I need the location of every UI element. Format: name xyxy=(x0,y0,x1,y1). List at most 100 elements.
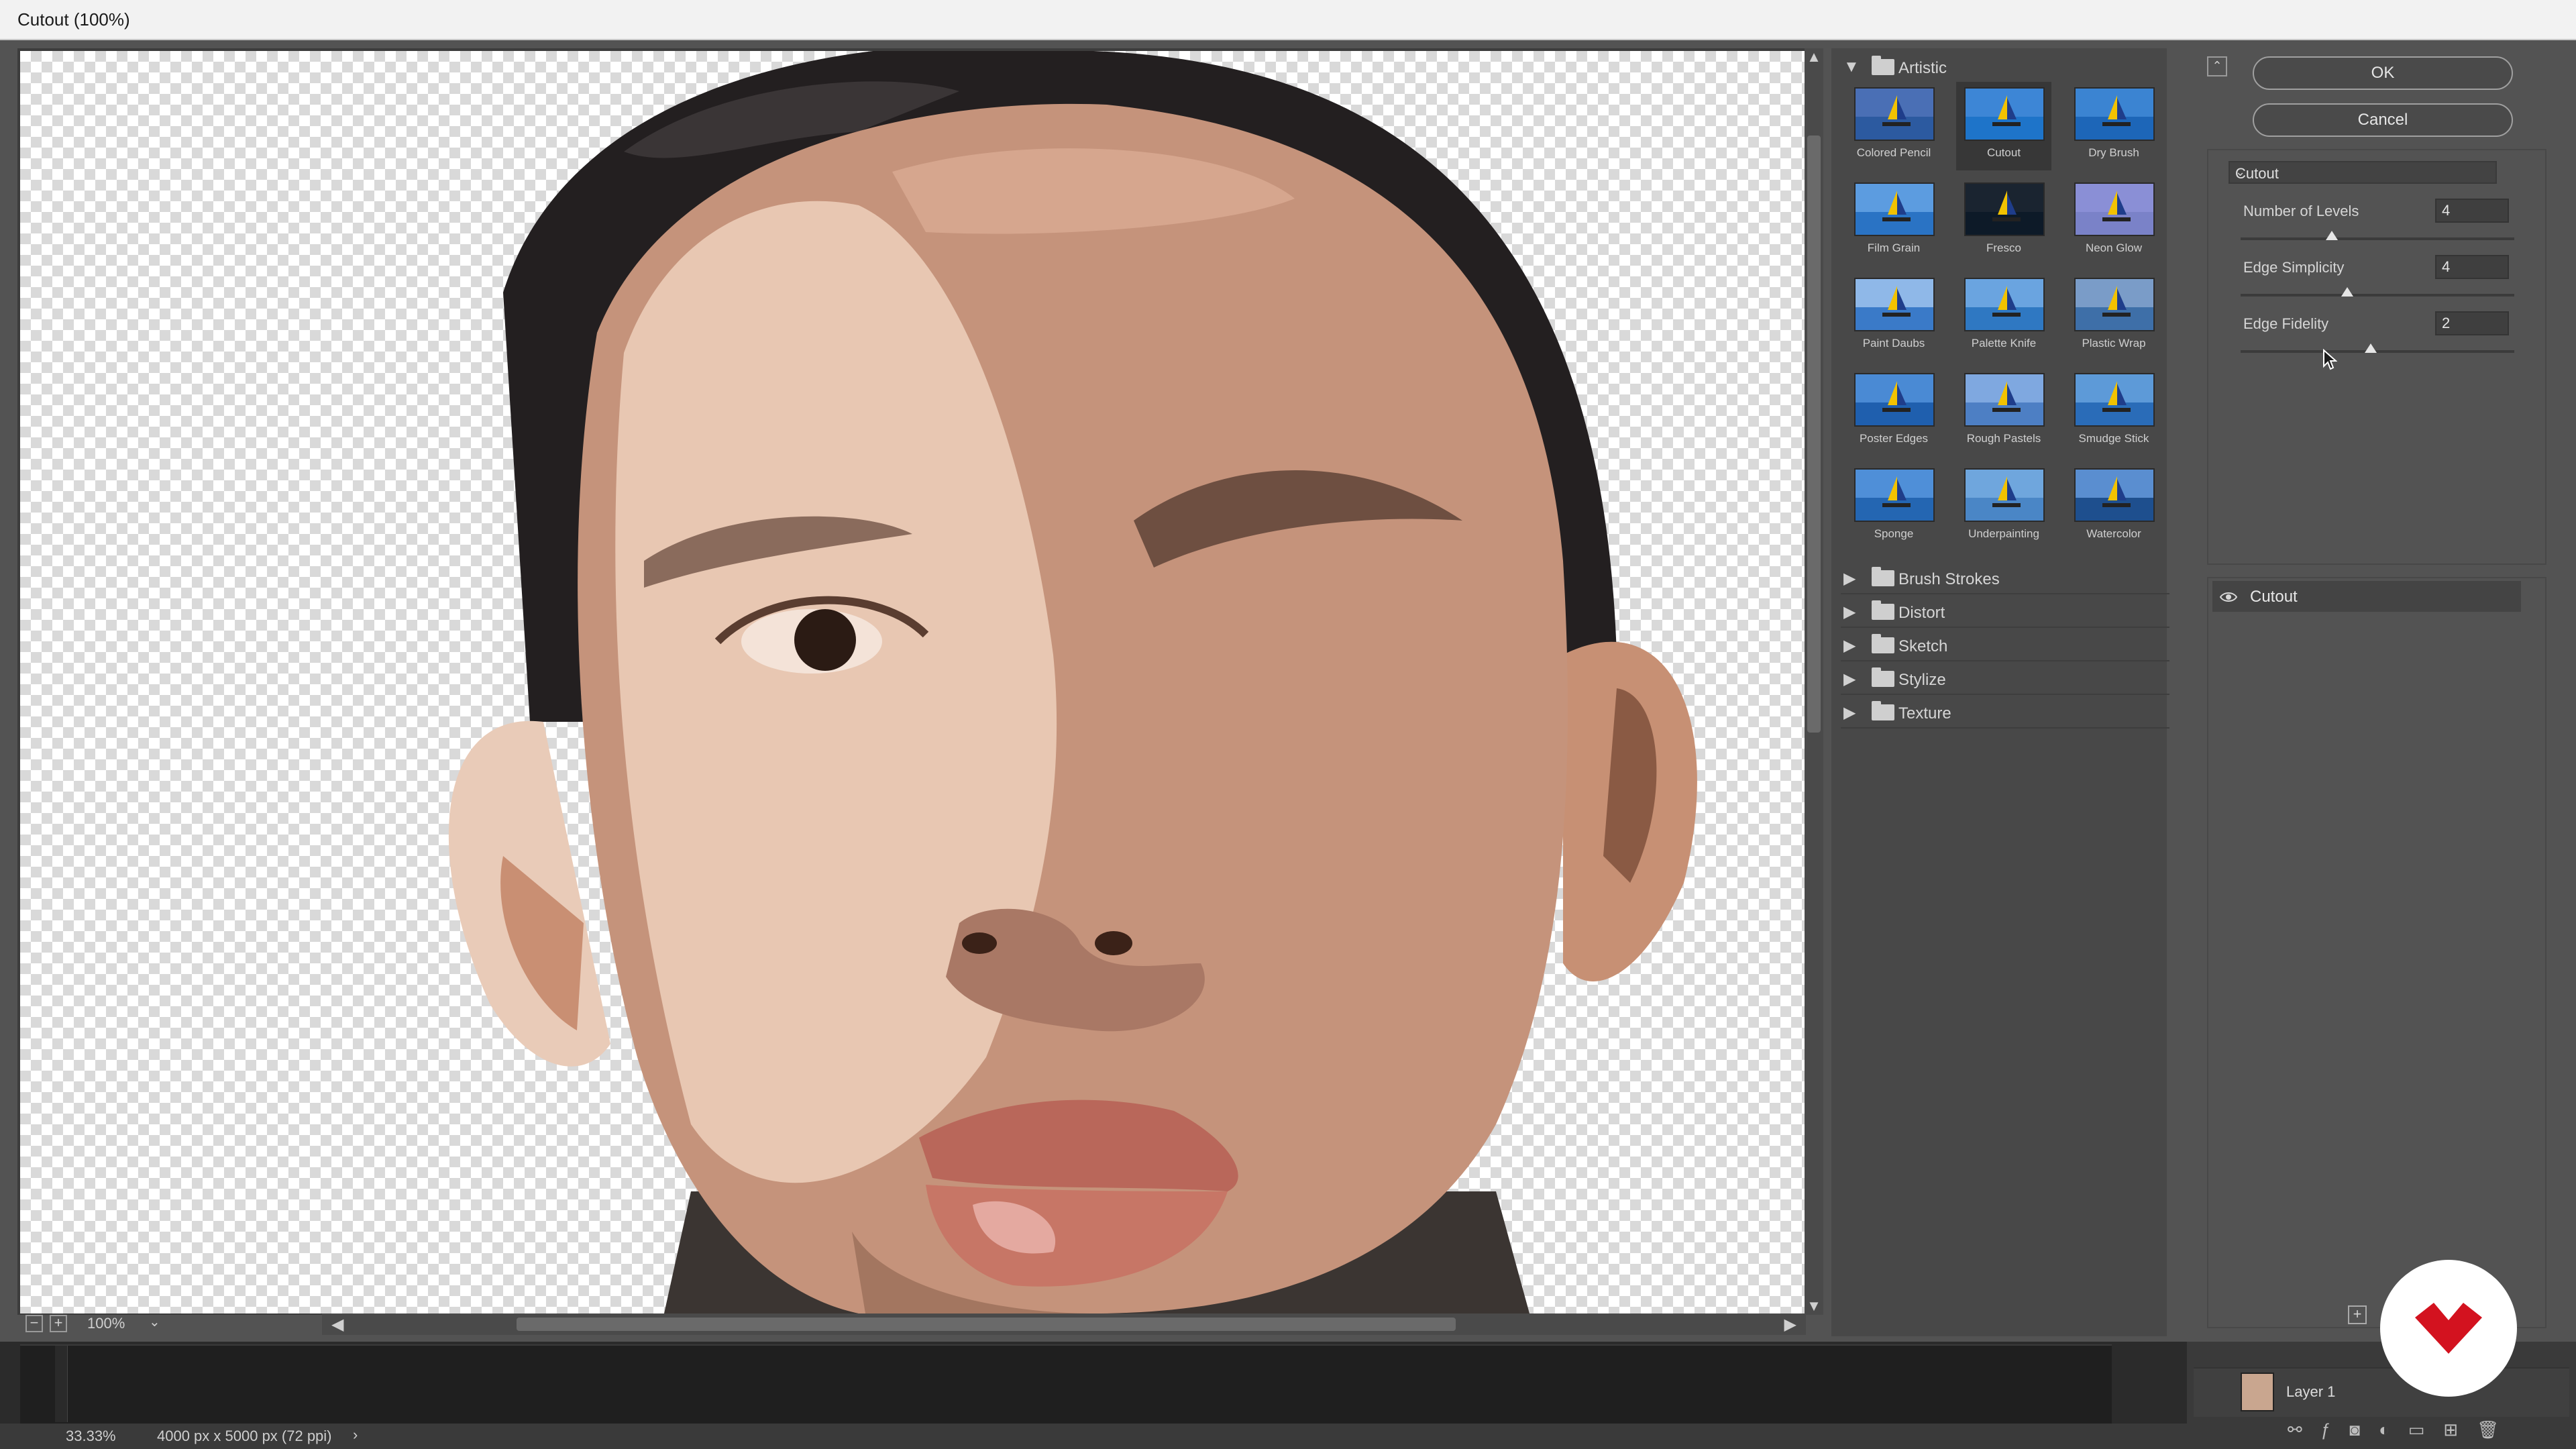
param-label: Number of Levels xyxy=(2243,203,2359,219)
filter-preview-image xyxy=(2074,278,2155,331)
preview-horizontal-scrollbar[interactable]: ◀ ▶ xyxy=(322,1313,1806,1335)
filter-name: Watercolor xyxy=(2086,527,2141,540)
folder-icon xyxy=(1872,701,1894,720)
filter-preview-image xyxy=(1964,182,2045,236)
filter-name: Palette Knife xyxy=(1971,337,2037,350)
folder-artistic[interactable]: ▼ Artistic xyxy=(1841,51,2169,82)
folder-icon xyxy=(1872,56,1894,75)
filter-thumb-dry-brush[interactable]: Dry Brush xyxy=(2066,82,2161,170)
layer-name[interactable]: Layer 1 xyxy=(2286,1383,2335,1401)
filter-thumb-neon-glow[interactable]: Neon Glow xyxy=(2066,177,2161,266)
param-slider-knob[interactable] xyxy=(2341,287,2354,297)
chevron-right-icon[interactable]: › xyxy=(353,1426,358,1444)
param-value-input[interactable]: 2 xyxy=(2435,311,2509,335)
new-effect-layer-button[interactable]: + xyxy=(2348,1305,2367,1324)
filter-select-dropdown[interactable]: Cutout ⌄ xyxy=(2229,161,2497,184)
triangle-right-icon[interactable]: ▶ xyxy=(1843,669,1856,689)
filter-thumb-sponge[interactable]: Sponge xyxy=(1846,463,1941,551)
scroll-up-arrow-icon[interactable]: ▲ xyxy=(1807,48,1821,66)
preview-canvas[interactable] xyxy=(20,51,1805,1313)
filter-thumb-cutout[interactable]: Cutout xyxy=(1956,82,2051,170)
window-title: Cutout (100%) xyxy=(17,9,130,30)
filter-preview-image xyxy=(1854,87,1935,141)
mouse-cursor-icon xyxy=(2323,349,2337,370)
minus-square-icon: − xyxy=(30,1314,39,1331)
param-slider-knob[interactable] xyxy=(2365,343,2377,353)
layer-action-icons: ⚯ƒ◙◐▭⊞🗑 xyxy=(2288,1419,2556,1446)
new-layer-icon[interactable]: ⊞ xyxy=(2443,1419,2477,1440)
plus-icon: + xyxy=(2353,1305,2362,1322)
folder-distort[interactable]: ▶ Distort xyxy=(1841,596,2169,628)
zoom-level[interactable]: 100% xyxy=(87,1315,154,1334)
filter-preview-image xyxy=(1964,87,2045,141)
ok-button[interactable]: OK xyxy=(2253,56,2513,90)
scroll-down-arrow-icon[interactable]: ▼ xyxy=(1807,1297,1821,1315)
folder-texture[interactable]: ▶ Texture xyxy=(1841,696,2169,729)
filter-thumb-smudge-stick[interactable]: Smudge Stick xyxy=(2066,368,2161,456)
collapse-gallery-button[interactable]: ⌃ xyxy=(2207,56,2227,76)
param-slider-track[interactable] xyxy=(2241,350,2514,353)
folder-sketch[interactable]: ▶ Sketch xyxy=(1841,629,2169,661)
filter-thumb-colored-pencil[interactable]: Colored Pencil xyxy=(1846,82,1941,170)
filter-preview-image xyxy=(2074,373,2155,427)
group-folder-icon[interactable]: ▭ xyxy=(2408,1419,2444,1440)
trash-icon[interactable]: 🗑 xyxy=(2477,1419,2518,1440)
filter-thumb-film-grain[interactable]: Film Grain xyxy=(1846,177,1941,266)
filter-thumb-palette-knife[interactable]: Palette Knife xyxy=(1956,272,2051,361)
filter-name: Cutout xyxy=(1986,146,2021,159)
effect-layer-cutout[interactable]: Cutout xyxy=(2212,581,2521,612)
filter-preview-image xyxy=(2074,87,2155,141)
folder-brush-strokes[interactable]: ▶ Brush Strokes xyxy=(1841,562,2169,594)
folder-label: Brush Strokes xyxy=(1898,570,2000,588)
filter-thumb-paint-daubs[interactable]: Paint Daubs xyxy=(1846,272,1941,361)
param-slider-track[interactable] xyxy=(2241,294,2514,297)
param-slider-track[interactable] xyxy=(2241,237,2514,240)
horizontal-scroll-thumb[interactable] xyxy=(517,1318,1456,1331)
filter-thumb-underpainting[interactable]: Underpainting xyxy=(1956,463,2051,551)
logo-mark-icon xyxy=(2415,1303,2482,1354)
zoom-out-button[interactable]: − xyxy=(25,1315,43,1332)
triangle-right-icon[interactable]: ▶ xyxy=(1843,703,1856,722)
filter-thumb-plastic-wrap[interactable]: Plastic Wrap xyxy=(2066,272,2161,361)
scroll-right-arrow-icon[interactable]: ▶ xyxy=(1784,1315,1796,1334)
ruler xyxy=(55,1346,68,1422)
eye-icon[interactable] xyxy=(2219,588,2238,606)
filter-preview-image xyxy=(1964,278,2045,331)
adjustment-icon[interactable]: ◐ xyxy=(2379,1419,2408,1440)
fx-icon[interactable]: ƒ xyxy=(2321,1419,2349,1440)
filter-preview-image xyxy=(1854,182,1935,236)
filter-name: Plastic Wrap xyxy=(2082,337,2146,350)
filter-name: Dry Brush xyxy=(2088,146,2139,159)
layer-thumbnail xyxy=(2241,1373,2274,1411)
mask-icon[interactable]: ◙ xyxy=(2349,1419,2379,1440)
filter-preview-image xyxy=(1964,468,2045,522)
status-zoom[interactable]: 33.33% xyxy=(66,1428,116,1445)
chevron-up-icon: ⌃ xyxy=(2212,59,2222,72)
param-value-input[interactable]: 4 xyxy=(2435,255,2509,279)
vertical-scroll-thumb[interactable] xyxy=(1807,136,1821,733)
preview-vertical-scrollbar[interactable]: ▲ ▼ xyxy=(1805,48,1823,1315)
filter-thumb-rough-pastels[interactable]: Rough Pastels xyxy=(1956,368,2051,456)
scroll-left-arrow-icon[interactable]: ◀ xyxy=(331,1315,343,1334)
folder-stylize[interactable]: ▶ Stylize xyxy=(1841,663,2169,695)
filter-thumb-watercolor[interactable]: Watercolor xyxy=(2066,463,2161,551)
zoom-dropdown-chevron-icon[interactable]: ⌄ xyxy=(149,1313,160,1330)
triangle-right-icon[interactable]: ▶ xyxy=(1843,636,1856,655)
filter-thumb-fresco[interactable]: Fresco xyxy=(1956,177,2051,266)
cutout-portrait-image xyxy=(448,51,1697,1313)
triangle-down-icon[interactable]: ▼ xyxy=(1843,58,1860,76)
link-icon[interactable]: ⚯ xyxy=(2288,1419,2321,1440)
plus-square-icon: + xyxy=(54,1314,63,1331)
cancel-button[interactable]: Cancel xyxy=(2253,103,2513,137)
folder-icon xyxy=(1872,567,1894,586)
zoom-in-button[interactable]: + xyxy=(50,1315,67,1332)
param-slider-knob[interactable] xyxy=(2326,231,2338,240)
window-title-bar: Cutout (100%) xyxy=(0,0,2576,40)
triangle-right-icon[interactable]: ▶ xyxy=(1843,569,1856,588)
folder-label: Sketch xyxy=(1898,637,1948,655)
effect-layers-box xyxy=(2207,577,2546,1328)
filter-thumb-poster-edges[interactable]: Poster Edges xyxy=(1846,368,1941,456)
triangle-right-icon[interactable]: ▶ xyxy=(1843,602,1856,622)
param-value-input[interactable]: 4 xyxy=(2435,199,2509,223)
filter-preview-image xyxy=(1854,468,1935,522)
